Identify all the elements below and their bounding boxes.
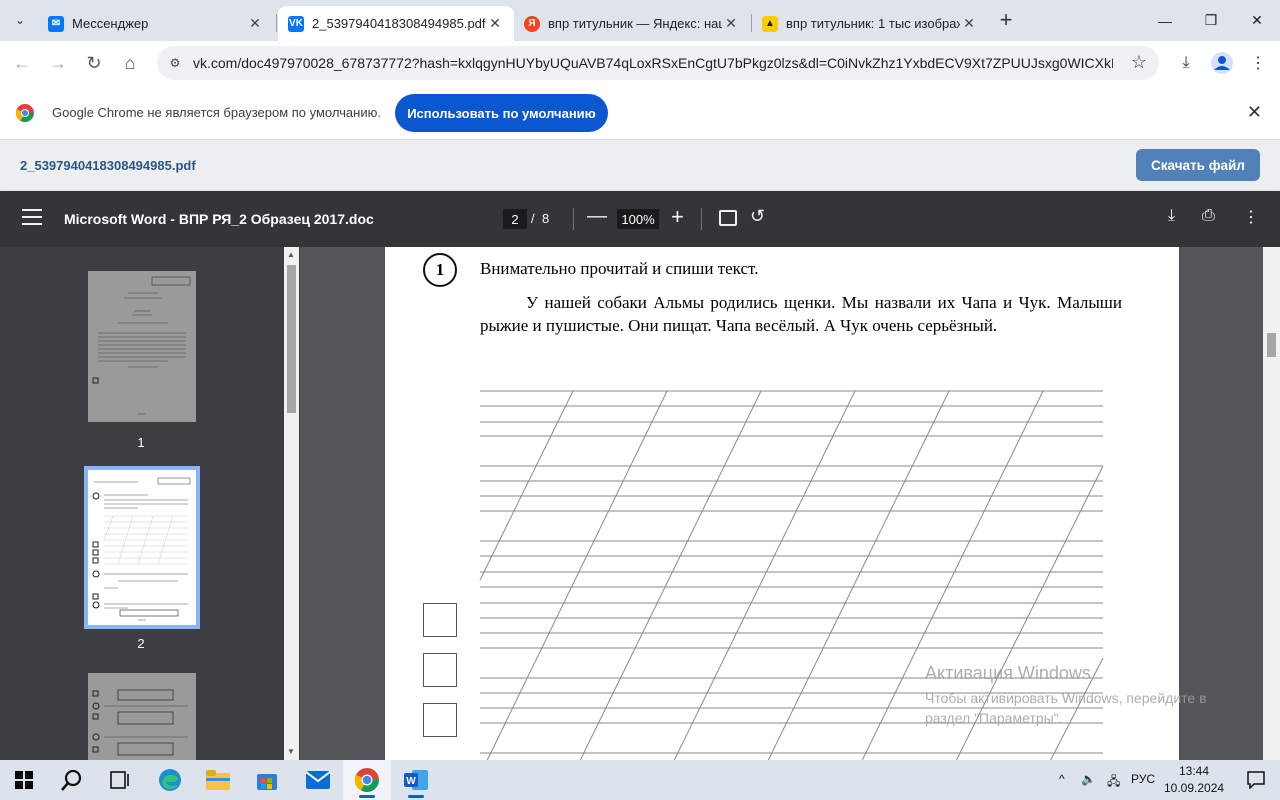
word-icon[interactable]: W	[392, 760, 440, 800]
search-icon[interactable]	[48, 760, 96, 800]
chrome-logo-icon	[16, 104, 34, 122]
downloads-icon[interactable]: ⤓	[1172, 49, 1200, 77]
default-browser-infobar: Google Chrome не является браузером по у…	[0, 86, 1280, 140]
clock-time: 13:44	[1178, 764, 1210, 778]
language-indicator[interactable]: РУС	[1131, 772, 1155, 786]
page-separator: /	[531, 211, 535, 226]
file-explorer-icon[interactable]	[194, 760, 242, 800]
close-icon[interactable]: ✕	[486, 15, 504, 33]
yandex-images-icon: ▲	[762, 15, 778, 32]
tab-title: Мессенджер	[72, 16, 149, 31]
tab-title: впр титульник — Яндекс: наш	[548, 16, 722, 31]
toolbar-divider	[701, 208, 702, 230]
scrollbar-thumb[interactable]	[287, 265, 296, 413]
svg-text:W: W	[406, 776, 416, 787]
fit-page-icon[interactable]	[719, 210, 737, 226]
print-icon[interactable]: ⎙	[1202, 207, 1215, 225]
minimize-button[interactable]: —	[1142, 0, 1188, 41]
download-icon[interactable]: ⤓	[1168, 207, 1175, 225]
tab-yandex-search[interactable]: Я впр титульник — Яндекс: наш ✕	[514, 6, 750, 41]
volume-icon[interactable]: 🔈	[1081, 772, 1096, 786]
zoom-input[interactable]: 100%	[617, 209, 659, 229]
url-text[interactable]: vk.com/doc497970028_678737772?hash=kxlqg…	[193, 55, 1113, 71]
chrome-icon[interactable]	[343, 760, 391, 800]
page-total: 8	[542, 211, 550, 226]
close-icon[interactable]: ✕	[960, 15, 978, 33]
pdf-viewer: 1 2 ▲ ▼ 1 Внимательно прочитай и спиши т…	[0, 247, 1280, 760]
tab-search-icon[interactable]: ⌄	[8, 8, 32, 32]
store-icon[interactable]	[243, 760, 291, 800]
yandex-icon: Я	[524, 15, 540, 32]
thumbnail-label: 1	[137, 435, 145, 450]
reload-button[interactable]: ↻	[80, 49, 108, 77]
download-file-button[interactable]: Скачать файл	[1136, 149, 1260, 181]
doc-filename: 2_5397940418308494985.pdf	[20, 158, 196, 173]
windows-taskbar: W ^ 🔈 🖧 РУС 13:44 10.09.2024	[0, 760, 1280, 800]
sidebar-menu-icon[interactable]	[22, 209, 42, 229]
start-button[interactable]	[0, 760, 48, 800]
address-bar[interactable]: ⚙ vk.com/doc497970028_678737772?hash=kxl…	[157, 46, 1159, 80]
site-info-icon[interactable]: ⚙	[165, 53, 185, 73]
pdf-title: Microsoft Word - ВПР РЯ_2 Образец 2017.d…	[64, 211, 374, 227]
sidebar-scrollbar[interactable]: ▲ ▼	[284, 247, 299, 760]
system-clock[interactable]: 13:44 10.09.2024	[1164, 763, 1224, 797]
new-tab-button[interactable]: +	[994, 7, 1018, 32]
tab-yandex-images[interactable]: ▲ впр титульник: 1 тыс изображ ✕	[752, 6, 988, 41]
clock-date: 10.09.2024	[1164, 781, 1225, 795]
home-button[interactable]: ⌂	[116, 49, 144, 77]
tab-messenger[interactable]: ✉ Мессенджер ✕	[38, 6, 274, 41]
pdf-page: 1 Внимательно прочитай и спиши текст. У …	[385, 247, 1179, 760]
browser-toolbar: ← → ↻ ⌂ ⚙ vk.com/doc497970028_678737772?…	[0, 41, 1280, 86]
tab-title: 2_5397940418308494985.pdf	[312, 16, 486, 31]
zoom-in-button[interactable]: +	[671, 204, 684, 230]
tab-title: впр титульник: 1 тыс изображ	[786, 16, 960, 31]
more-options-icon[interactable]: ⋮	[1243, 207, 1259, 227]
tray-expand-icon[interactable]: ^	[1059, 772, 1065, 786]
notifications-icon[interactable]	[1232, 760, 1280, 800]
vk-messenger-icon: ✉	[48, 15, 64, 32]
vk-doc-header: 2_5397940418308494985.pdf Скачать файл	[0, 140, 1280, 191]
set-default-button[interactable]: Использовать по умолчанию	[395, 94, 608, 132]
forward-button[interactable]: →	[44, 49, 72, 77]
close-icon[interactable]: ✕	[722, 15, 740, 33]
close-icon[interactable]: ✕	[246, 15, 264, 33]
zoom-out-button[interactable]: —	[587, 205, 607, 228]
edge-icon[interactable]	[146, 760, 194, 800]
page-thumbnail-2[interactable]	[84, 466, 200, 629]
infobar-message: Google Chrome не является браузером по у…	[52, 105, 381, 120]
more-menu-icon[interactable]: ⋮	[1244, 49, 1272, 77]
toolbar-divider	[573, 208, 574, 230]
score-box	[423, 603, 457, 637]
score-box	[423, 653, 457, 687]
back-button[interactable]: ←	[8, 49, 36, 77]
page-thumbnail-1[interactable]	[88, 271, 196, 422]
mail-icon[interactable]	[294, 760, 342, 800]
thumbnail-label: 2	[137, 636, 145, 651]
thumbnail-sidebar: 1 2 ▲ ▼	[0, 247, 300, 760]
bookmark-star-icon[interactable]: ☆	[1131, 52, 1147, 73]
restore-button[interactable]: ❐	[1188, 0, 1234, 41]
task-view-icon[interactable]	[96, 760, 144, 800]
scroll-down-arrow-icon[interactable]: ▼	[287, 747, 295, 756]
scroll-up-arrow-icon[interactable]: ▲	[287, 250, 295, 259]
main-scrollbar[interactable]	[1263, 247, 1280, 760]
rotate-icon[interactable]: ↺	[750, 206, 765, 227]
close-icon[interactable]: ✕	[1247, 102, 1262, 123]
profile-avatar[interactable]	[1208, 49, 1236, 77]
page-thumbnail-3[interactable]	[88, 673, 196, 760]
vk-icon: VK	[288, 15, 304, 32]
score-box	[423, 703, 457, 737]
tab-strip: ⌄ ✉ Мессенджер ✕ VK 2_539794041830849498…	[0, 0, 1280, 41]
windows-logo-icon	[15, 771, 33, 789]
scrollbar-thumb[interactable]	[1267, 333, 1276, 357]
tab-pdf[interactable]: VK 2_5397940418308494985.pdf ✕	[278, 6, 514, 41]
page-number-input[interactable]: 2	[503, 209, 527, 229]
pdf-toolbar: Microsoft Word - ВПР РЯ_2 Образец 2017.d…	[0, 191, 1280, 247]
handwriting-lines	[479, 390, 1104, 760]
close-window-button[interactable]: ✕	[1234, 0, 1280, 41]
network-icon[interactable]: 🖧	[1107, 772, 1120, 793]
tab-divider	[276, 14, 277, 32]
